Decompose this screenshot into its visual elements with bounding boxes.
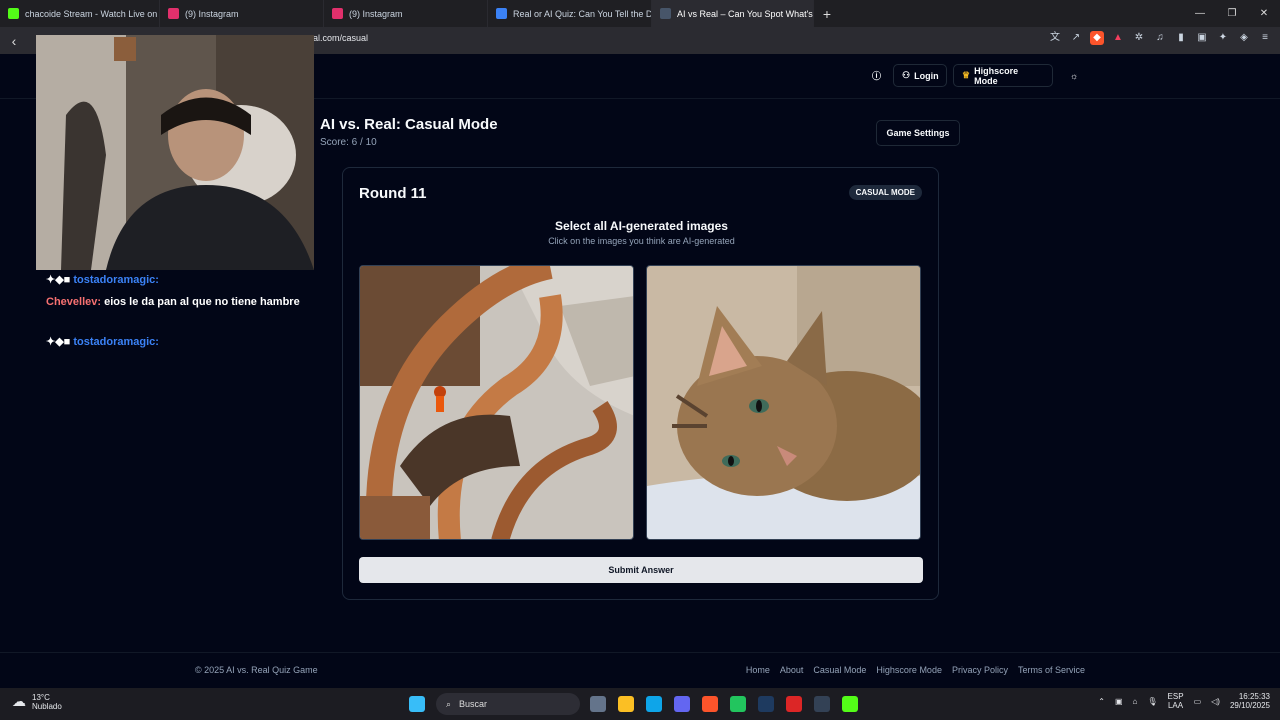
quiz-icon <box>496 8 507 19</box>
score: Score: 6 / 10 <box>320 137 377 148</box>
translate-icon[interactable]: 文 <box>1048 31 1062 45</box>
taskbar-apps <box>409 696 425 712</box>
spotify-icon[interactable] <box>730 696 746 712</box>
discord-icon[interactable] <box>674 696 690 712</box>
music-icon[interactable]: ♫ <box>1153 31 1167 45</box>
restore-icon[interactable]: ❐ <box>1216 8 1248 19</box>
tab-real-or-ai[interactable]: Real or AI Quiz: Can You Tell the Diffe <box>488 0 652 27</box>
prompt: Select all AI-generated images <box>555 219 728 233</box>
wallet-icon[interactable]: ▣ <box>1195 31 1209 45</box>
new-tab-button[interactable]: + <box>814 6 840 22</box>
instagram-icon <box>332 8 343 19</box>
chat-message: ✦◆■ tostadoramagic: <box>46 336 159 348</box>
footer-link-about[interactable]: About <box>780 665 804 675</box>
webcam-overlay <box>36 35 314 270</box>
menu-icon[interactable]: ≡ <box>1258 31 1272 45</box>
weather-widget[interactable]: ☁ 13°C Nublado <box>12 693 62 711</box>
mic-icon[interactable]: 🎙 <box>1147 697 1157 706</box>
back-icon[interactable]: ‹ <box>0 33 28 49</box>
emote-icon: ✦◆■ <box>46 274 74 286</box>
sidebar-icon[interactable]: ▮ <box>1174 31 1188 45</box>
brave-icon[interactable] <box>702 696 718 712</box>
kitten-image <box>647 266 920 539</box>
clock[interactable]: 16:25:33 29/10/2025 <box>1230 692 1270 710</box>
tab-bar: chacoide Stream - Watch Live on (9) Inst… <box>0 0 1280 27</box>
trophy-icon: ♕ <box>962 70 971 80</box>
image-option-staircase[interactable] <box>359 265 634 540</box>
tab-instagram-1[interactable]: (9) Instagram <box>160 0 324 27</box>
vpn-icon[interactable]: ◈ <box>1237 31 1251 45</box>
close-window-icon[interactable]: ✕ <box>1248 8 1280 19</box>
language-indicator[interactable]: ESP LAA <box>1168 692 1184 710</box>
minimize-icon[interactable]: — <box>1184 8 1216 19</box>
taskbar-search[interactable]: ⌕ Buscar <box>436 693 580 715</box>
tab-kick[interactable]: chacoide Stream - Watch Live on <box>0 0 160 27</box>
game-settings-button[interactable]: Game Settings <box>876 120 960 146</box>
emote-icon: ✦◆■ <box>46 336 74 348</box>
start-icon[interactable] <box>409 696 425 712</box>
theme-toggle-icon[interactable]: ☼ <box>1062 64 1086 87</box>
mode-badge: CASUAL MODE <box>848 185 922 200</box>
footer-link-privacy-policy[interactable]: Privacy Policy <box>952 665 1008 675</box>
search-icon: ⌕ <box>446 698 452 709</box>
rewards-icon[interactable]: ▲ <box>1111 31 1125 45</box>
cloud-icon: ☁ <box>12 693 26 709</box>
site-icon <box>660 8 671 19</box>
kick-app-icon[interactable] <box>842 696 858 712</box>
url-field[interactable]: al.com/casual <box>313 33 368 43</box>
leo-icon[interactable]: ✦ <box>1216 31 1230 45</box>
steam-icon[interactable] <box>758 696 774 712</box>
submit-answer-button[interactable]: Submit Answer <box>359 557 923 583</box>
round-title: Round 11 <box>359 185 427 202</box>
chat-overlay: ✦◆■ tostadoramagic: Chevellev: eios le d… <box>36 270 314 688</box>
monitor-icon[interactable]: ▭ <box>1194 697 1202 706</box>
network-icon[interactable]: ⌂ <box>1133 697 1138 706</box>
volume-icon[interactable]: ◁) <box>1211 697 1220 706</box>
extensions-icon[interactable]: ✲ <box>1132 31 1146 45</box>
file-explorer-icon[interactable] <box>618 696 634 712</box>
system-tray: ⌃ ▣ ⌂ 🎙 ESP LAA ▭ ◁) 16:25:33 29/10/2025 <box>1098 692 1270 710</box>
info-icon[interactable]: ⓘ <box>864 64 889 87</box>
chat-message: Chevellev: eios le da pan al que no tien… <box>46 296 300 308</box>
tab-ai-vs-real[interactable]: AI vs Real – Can You Spot What's✕ <box>652 0 814 27</box>
page-title: AI vs. Real: Casual Mode <box>320 116 498 133</box>
task-view-icon[interactable] <box>590 696 606 712</box>
chat-message: ✦◆■ tostadoramagic: <box>46 274 159 286</box>
footer-link-terms[interactable]: Terms of Service <box>1018 665 1085 675</box>
quiz-card: Round 11 CASUAL MODE Select all AI-gener… <box>342 167 939 600</box>
footer-link-home[interactable]: Home <box>746 665 770 675</box>
image-option-kitten[interactable] <box>646 265 921 540</box>
staircase-image <box>360 266 633 539</box>
highscore-button[interactable]: ♕ Highscore Mode <box>953 64 1053 87</box>
tab-instagram-2[interactable]: (9) Instagram <box>324 0 488 27</box>
share-icon[interactable]: ↗ <box>1069 31 1083 45</box>
instagram-icon <box>168 8 179 19</box>
chevron-up-icon[interactable]: ⌃ <box>1098 697 1105 706</box>
media-icon[interactable] <box>786 696 802 712</box>
taskbar: ☁ 13°C Nublado ⌕ Buscar ⌃ ▣ ⌂ 🎙 ESP LAA ▭… <box>0 688 1280 720</box>
brave-shield-icon[interactable]: ◆ <box>1090 31 1104 45</box>
obs-icon[interactable] <box>814 696 830 712</box>
webcam-image <box>36 35 314 270</box>
footer-link-highscore-mode[interactable]: Highscore Mode <box>876 665 942 675</box>
hint: Click on the images you think are AI-gen… <box>548 236 735 246</box>
pinned-apps <box>590 696 858 712</box>
login-button[interactable]: ⚇ Login <box>893 64 947 87</box>
tray-app-icon[interactable]: ▣ <box>1115 697 1123 706</box>
footer-link-casual-mode[interactable]: Casual Mode <box>813 665 866 675</box>
bing-icon[interactable] <box>646 696 662 712</box>
user-icon: ⚇ <box>902 70 911 80</box>
kick-icon <box>8 8 19 19</box>
